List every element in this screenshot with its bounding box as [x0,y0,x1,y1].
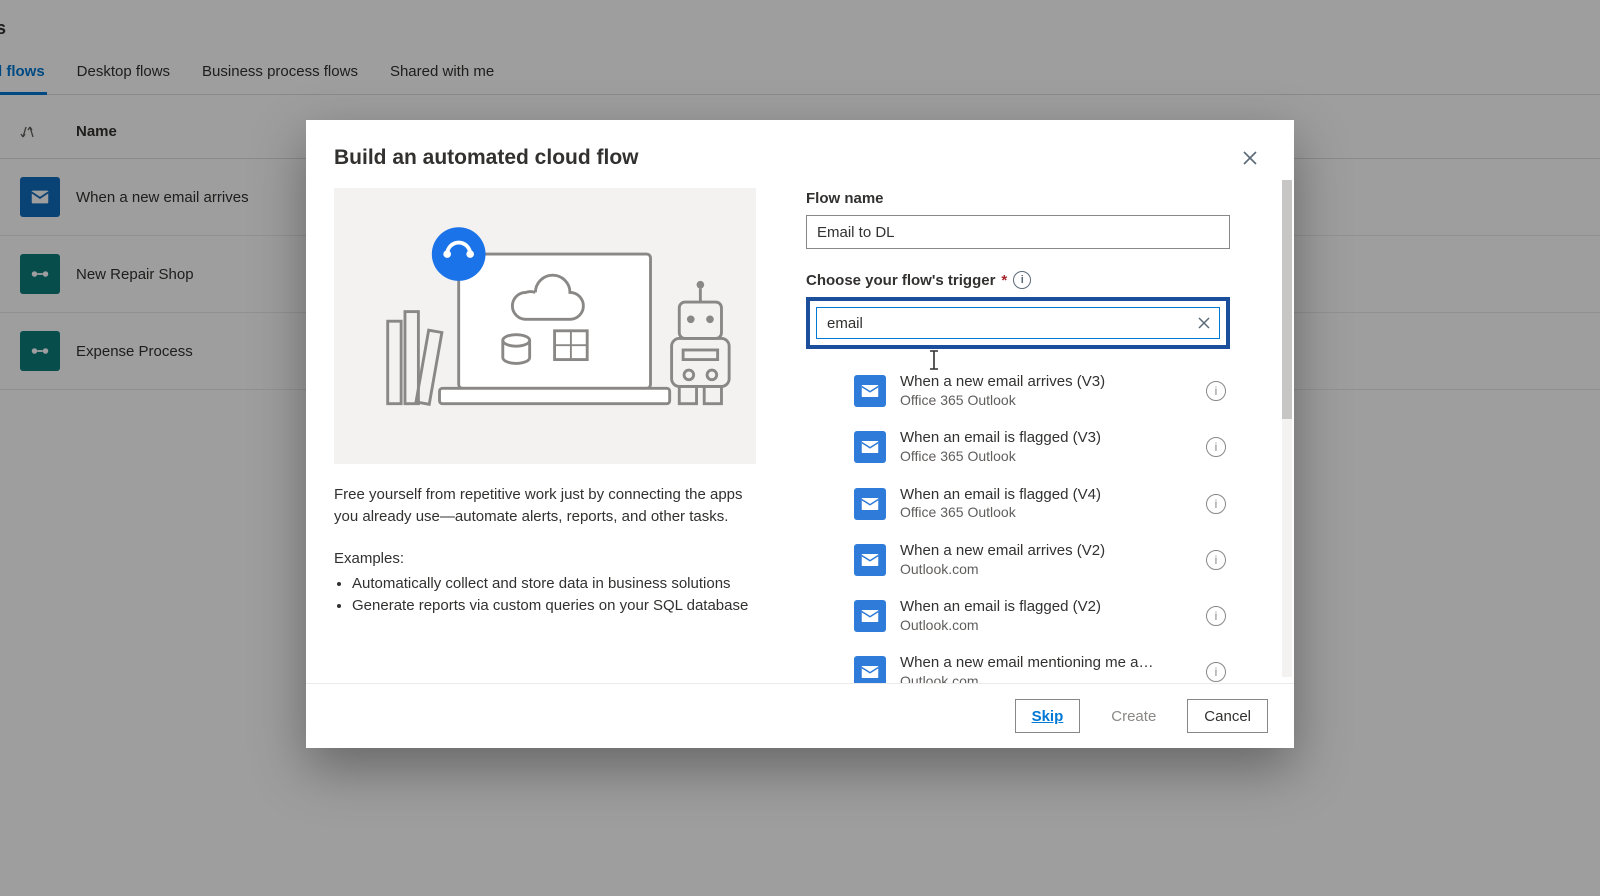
create-flow-dialog: Build an automated cloud flow [306,120,1294,748]
trigger-result[interactable]: When an email is flagged (V2) Outlook.co… [806,588,1230,644]
trigger-subtitle: Outlook.com [900,673,1192,683]
trigger-title: When a new email arrives (V2) [900,542,1192,561]
info-icon[interactable]: i [1013,271,1031,289]
info-icon[interactable]: i [1206,662,1226,682]
examples-list: Automatically collect and store data in … [352,573,756,617]
outlook-icon [854,488,886,520]
create-button[interactable]: Create [1094,699,1173,733]
modal-overlay: Build an automated cloud flow [0,0,1600,896]
trigger-subtitle: Office 365 Outlook [900,392,1192,410]
trigger-subtitle: Office 365 Outlook [900,448,1192,466]
trigger-subtitle: Outlook.com [900,617,1192,635]
close-button[interactable] [1234,142,1266,174]
trigger-title: When a new email arrives (V3) [900,373,1192,392]
trigger-result[interactable]: When a new email arrives (V3) Office 365… [806,363,1230,419]
info-icon[interactable]: i [1206,381,1226,401]
trigger-title: When an email is flagged (V3) [900,429,1192,448]
trigger-title: When a new email mentioning me a… [900,654,1192,673]
trigger-search-highlight [806,297,1230,349]
clear-search-button[interactable] [1194,313,1214,333]
scrollbar-thumb[interactable] [1282,180,1292,419]
dialog-left-panel: Free yourself from repetitive work just … [306,174,784,683]
outlook-icon [854,431,886,463]
trigger-subtitle: Office 365 Outlook [900,504,1192,522]
flow-name-input[interactable] [806,215,1230,249]
trigger-title: When an email is flagged (V2) [900,598,1192,617]
scrollbar[interactable] [1282,180,1292,677]
info-icon[interactable]: i [1206,494,1226,514]
required-mark: * [1001,272,1007,289]
outlook-icon [854,375,886,407]
close-icon [1242,150,1258,166]
trigger-result[interactable]: When a new email mentioning me a… Outloo… [806,644,1230,683]
trigger-search-input[interactable] [816,307,1220,339]
flow-name-label: Flow name [806,190,1282,207]
illustration [334,188,756,464]
info-icon[interactable]: i [1206,606,1226,626]
example-item: Automatically collect and store data in … [352,573,756,595]
outlook-icon [854,656,886,683]
skip-button[interactable]: Skip [1015,699,1081,733]
cancel-button[interactable]: Cancel [1187,699,1268,733]
trigger-results-list: When a new email arrives (V3) Office 365… [806,363,1230,683]
dialog-footer: Skip Create Cancel [306,683,1294,748]
close-icon [1198,317,1210,329]
info-icon[interactable]: i [1206,550,1226,570]
trigger-label: Choose your flow's trigger [806,272,995,289]
outlook-icon [854,544,886,576]
examples-label: Examples: [334,548,756,570]
trigger-subtitle: Outlook.com [900,561,1192,579]
dialog-right-panel: Flow name Choose your flow's trigger * i [784,174,1294,683]
info-icon[interactable]: i [1206,437,1226,457]
trigger-result[interactable]: When a new email arrives (V2) Outlook.co… [806,532,1230,588]
example-item: Generate reports via custom queries on y… [352,595,756,617]
outlook-icon [854,600,886,632]
dialog-title: Build an automated cloud flow [334,146,639,170]
dialog-description: Free yourself from repetitive work just … [334,484,756,617]
trigger-title: When an email is flagged (V4) [900,486,1192,505]
trigger-result[interactable]: When an email is flagged (V3) Office 365… [806,419,1230,475]
trigger-result[interactable]: When an email is flagged (V4) Office 365… [806,476,1230,532]
description-paragraph: Free yourself from repetitive work just … [334,484,756,528]
